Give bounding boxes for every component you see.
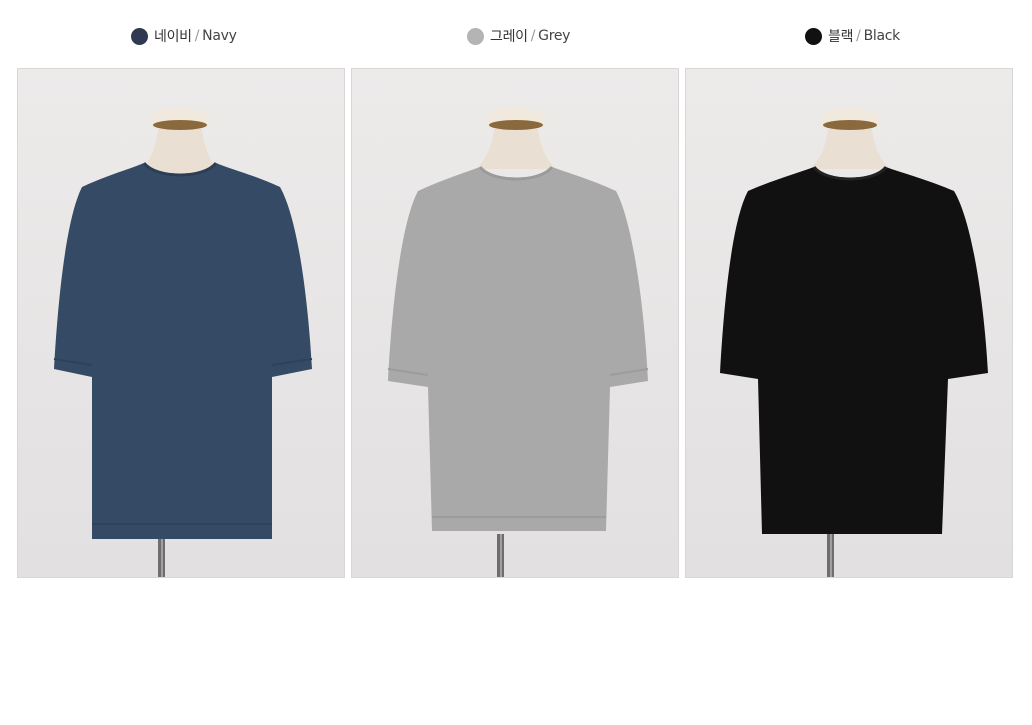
color-label-grey: 그레이 / Grey	[467, 26, 570, 46]
navy-color-dot	[131, 27, 148, 45]
product-photo-grey[interactable]	[351, 68, 679, 578]
label-separator: /	[194, 28, 200, 44]
product-photo-black[interactable]	[685, 68, 1013, 578]
color-label-navy: 네이비 / Navy	[131, 26, 237, 46]
black-color-dot	[805, 27, 822, 45]
black-sweater-on-mannequin-image	[720, 108, 988, 577]
navy-korean-label: 네이비	[154, 29, 192, 45]
product-photo-navy[interactable]	[17, 68, 345, 578]
black-korean-label: 블랙	[828, 29, 854, 45]
navy-sweater-on-mannequin-image	[53, 108, 313, 577]
black-english-label: Black	[863, 28, 901, 44]
label-separator: /	[530, 28, 536, 44]
color-label-black: 블랙 / Black	[805, 26, 900, 46]
navy-english-label: Navy	[202, 28, 237, 44]
grey-sweater-on-mannequin-image	[387, 108, 649, 577]
label-separator: /	[856, 28, 861, 44]
grey-korean-label: 그레이	[490, 29, 528, 45]
grey-color-dot	[467, 27, 484, 45]
grey-english-label: Grey	[538, 28, 571, 44]
